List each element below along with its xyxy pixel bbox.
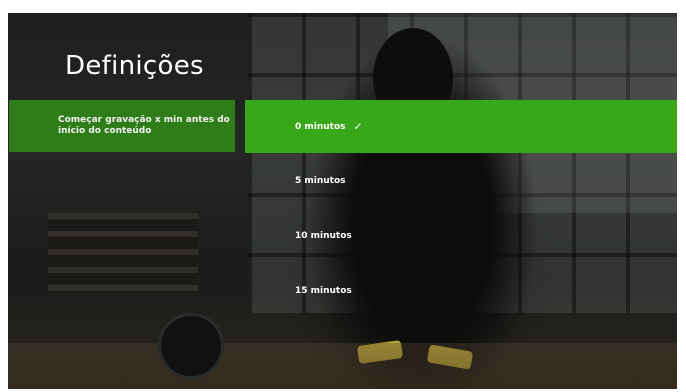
- background-bench: [48, 213, 198, 293]
- setting-label: Começar gravação x min antes do início d…: [58, 115, 230, 136]
- option-label: 0 minutos: [295, 121, 346, 132]
- option-5-minutes[interactable]: 5 minutos: [245, 153, 677, 208]
- option-label: 10 minutos: [295, 230, 352, 241]
- option-label: 15 minutos: [295, 285, 352, 296]
- option-label: 5 minutos: [295, 175, 346, 186]
- checkmark-icon: ✓: [353, 120, 363, 133]
- option-0-minutes[interactable]: 0 minutos ✓: [245, 100, 677, 153]
- tv-screen: Definições Começar gravação x min antes …: [8, 13, 677, 389]
- page-title: Definições: [65, 51, 204, 81]
- options-list: 0 minutos ✓ 5 minutos 10 minutos 15 minu…: [245, 100, 677, 318]
- background-kettlebell: [158, 313, 224, 379]
- background-floor: [8, 343, 677, 389]
- option-10-minutes[interactable]: 10 minutos: [245, 208, 677, 263]
- option-15-minutes[interactable]: 15 minutos: [245, 263, 677, 318]
